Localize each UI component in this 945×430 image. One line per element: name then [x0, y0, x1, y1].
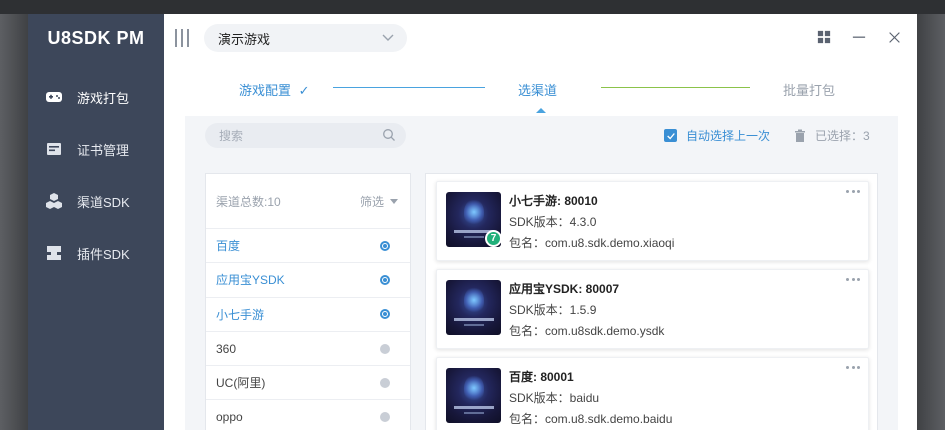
- sidebar-item-label: 渠道SDK: [77, 194, 130, 210]
- radio-unselected-icon[interactable]: [380, 343, 390, 354]
- radio-unselected-icon[interactable]: [380, 377, 390, 388]
- step-select-channel[interactable]: 选渠道: [518, 80, 557, 99]
- more-icon[interactable]: [846, 188, 860, 194]
- game-select-value: 演示游戏: [218, 31, 271, 47]
- channel-name: oppo: [216, 410, 243, 425]
- trash-icon: [794, 129, 806, 142]
- app-window: U8SDK PM 游戏打包 证书管理 渠道SDK 插件SDK 演示游戏 游戏配置…: [28, 14, 917, 430]
- selected-channels-panel: 7 小七手游: 80010 SDK版本：4.3.0 包名：com.u8.sdk.…: [425, 173, 878, 430]
- radio-unselected-icon[interactable]: [380, 412, 390, 423]
- channel-row[interactable]: 小七手游: [206, 298, 410, 332]
- sidebar-item-label: 证书管理: [77, 142, 130, 158]
- card-package: 包名：com.u8sdk.demo.ysdk: [509, 324, 665, 338]
- card-package: 包名：com.u8.sdk.demo.baidu: [509, 412, 673, 426]
- sidebar: U8SDK PM 游戏打包 证书管理 渠道SDK 插件SDK: [28, 14, 164, 430]
- minimize-icon[interactable]: [851, 29, 867, 45]
- step-label: 游戏配置: [239, 83, 292, 98]
- game-thumbnail: [446, 280, 501, 335]
- radio-selected-icon[interactable]: [380, 240, 390, 251]
- more-icon[interactable]: [846, 276, 860, 282]
- channel-row[interactable]: 应用宝YSDK: [206, 263, 410, 298]
- card-title: 小七手游: 80010: [509, 194, 598, 208]
- auto-select-label: 自动选择上一次: [686, 129, 771, 143]
- channel-name: UC(阿里): [216, 376, 266, 391]
- sidebar-item-label: 插件SDK: [77, 246, 130, 262]
- sidebar-item-plugin-sdk[interactable]: 插件SDK: [28, 231, 164, 275]
- channel-name: 360: [216, 341, 237, 356]
- close-icon[interactable]: [886, 29, 902, 45]
- search-input[interactable]: 搜索: [205, 123, 406, 148]
- card-title: 百度: 80001: [509, 370, 574, 384]
- game-select[interactable]: 演示游戏: [204, 24, 407, 52]
- grid-view-icon[interactable]: [816, 29, 832, 45]
- chevron-down-icon: [381, 32, 395, 44]
- channel-card[interactable]: 7 小七手游: 80010 SDK版本：4.3.0 包名：com.u8.sdk.…: [436, 181, 869, 261]
- radio-selected-icon[interactable]: [380, 309, 390, 320]
- step-connector: [333, 87, 485, 88]
- current-step-caret: [536, 108, 546, 113]
- filter-dropdown[interactable]: 筛选: [360, 193, 398, 210]
- bezel-top: [0, 0, 945, 14]
- caret-down-icon: [390, 198, 398, 204]
- channel-card[interactable]: 应用宝YSDK: 80007 SDK版本：1.5.9 包名：com.u8sdk.…: [436, 269, 869, 349]
- selected-count-label: 已选择：3: [815, 129, 870, 143]
- step-batch-pack[interactable]: 批量打包: [783, 80, 835, 99]
- channel-list: 渠道总数:10 筛选 百度 应用宝YSDK 小七手游 360 UC(阿里) op…: [205, 173, 411, 430]
- search-placeholder: 搜索: [219, 129, 244, 143]
- sidebar-item-game-pack[interactable]: 游戏打包: [28, 75, 164, 119]
- channel-list-header: 渠道总数:10 筛选: [206, 174, 410, 229]
- channel-total: 渠道总数:10: [216, 194, 281, 209]
- card-title: 应用宝YSDK: 80007: [509, 282, 620, 296]
- selected-count[interactable]: 已选择：3: [794, 127, 870, 144]
- certificate-icon: [45, 140, 63, 158]
- menu-toggle-icon[interactable]: [174, 28, 190, 48]
- channel-card[interactable]: 百度: 80001 SDK版本：baidu 包名：com.u8.sdk.demo…: [436, 357, 869, 430]
- auto-select-checkbox[interactable]: 自动选择上一次: [664, 127, 770, 144]
- checkbox-checked-icon: [664, 129, 677, 142]
- channel-row[interactable]: oppo: [206, 400, 410, 430]
- channel-row[interactable]: 百度: [206, 229, 410, 264]
- app-logo: U8SDK PM: [47, 28, 145, 48]
- sidebar-item-channel-sdk[interactable]: 渠道SDK: [28, 179, 164, 223]
- filter-label: 筛选: [359, 194, 384, 209]
- game-thumbnail: [446, 368, 501, 423]
- channel-name: 百度: [216, 239, 241, 254]
- search-icon: [382, 128, 396, 142]
- channel-row[interactable]: UC(阿里): [206, 366, 410, 401]
- sidebar-item-certificate[interactable]: 证书管理: [28, 127, 164, 171]
- plugin-icon: [45, 244, 63, 262]
- more-icon[interactable]: [846, 364, 860, 370]
- card-sdk-version: SDK版本：baidu: [509, 391, 600, 405]
- channel-name: 小七手游: [216, 307, 265, 322]
- step-game-config[interactable]: 游戏配置 ✓: [239, 80, 310, 99]
- main-panel: 搜索 自动选择上一次 已选择：3 渠道总数:10 筛选 百度 应用宝YSDK 小…: [185, 116, 898, 430]
- card-sdk-version: SDK版本：1.5.9: [509, 303, 597, 317]
- card-sdk-version: SDK版本：4.3.0: [509, 215, 597, 229]
- step-indicator: 游戏配置 ✓ 选渠道 批量打包: [164, 62, 917, 114]
- channel-badge: 7: [485, 230, 502, 247]
- radio-selected-icon[interactable]: [380, 274, 390, 285]
- top-bar: 演示游戏: [164, 14, 917, 62]
- channel-row[interactable]: 360: [206, 332, 410, 367]
- channel-name: 应用宝YSDK: [216, 273, 285, 288]
- gamepad-icon: [45, 88, 63, 106]
- cubes-icon: [45, 192, 63, 210]
- check-icon: ✓: [298, 83, 310, 98]
- step-connector: [601, 87, 750, 88]
- sidebar-item-label: 游戏打包: [77, 90, 130, 106]
- card-package: 包名：com.u8.sdk.demo.xiaoqi: [509, 236, 675, 250]
